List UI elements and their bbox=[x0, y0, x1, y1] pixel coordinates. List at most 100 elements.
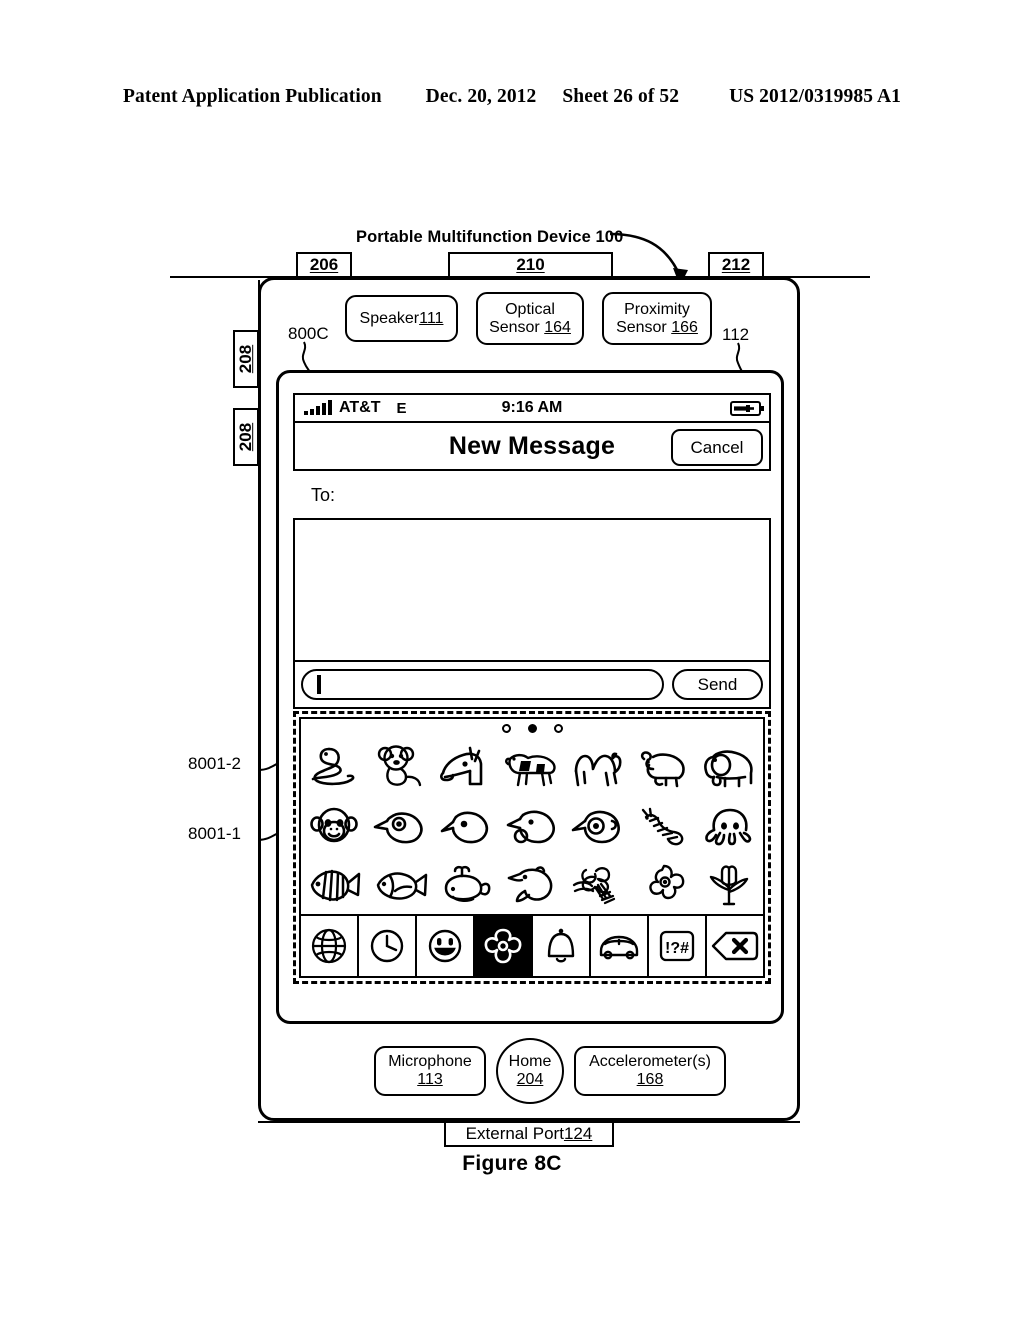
accelerometer-name: Accelerometer(s) bbox=[589, 1052, 711, 1070]
speaker-number: 111 bbox=[419, 309, 444, 327]
messages-app-ui: AT&T E 9:16 AM New Message Cancel To: Se… bbox=[293, 393, 771, 1005]
callout-label-208-upper: 208 bbox=[236, 344, 255, 374]
page-title: New Message bbox=[448, 431, 616, 460]
callout-label-208-lower: 208 bbox=[236, 422, 255, 452]
octopus-emoji[interactable] bbox=[697, 796, 763, 855]
home-button-label: Home bbox=[508, 1052, 552, 1070]
page-dot-3[interactable] bbox=[553, 723, 563, 733]
koala-emoji[interactable] bbox=[367, 737, 433, 796]
cherry-blossom-emoji[interactable] bbox=[631, 855, 697, 914]
to-field-label[interactable]: To: bbox=[311, 485, 771, 506]
proximity-sensor-line1: Proximity bbox=[624, 300, 690, 318]
device-title: Portable Multifunction Device 100 bbox=[356, 228, 624, 246]
external-port-label-box: External Port 124 bbox=[444, 1121, 614, 1147]
optical-sensor-line1: Optical bbox=[505, 300, 555, 318]
page-dot-1[interactable] bbox=[501, 723, 511, 733]
external-port-name: External Port bbox=[465, 1124, 564, 1143]
send-button[interactable]: Send bbox=[672, 669, 763, 700]
speaker-label-pill: Speaker111 bbox=[345, 295, 458, 342]
patent-date: Dec. 20, 2012 bbox=[425, 86, 537, 107]
reference-numeral-8001-1: 8001-1 bbox=[188, 824, 241, 843]
emoji-row-2 bbox=[301, 796, 763, 855]
tropical-fish-emoji[interactable] bbox=[301, 855, 367, 914]
status-bar: AT&T E 9:16 AM bbox=[293, 393, 771, 421]
status-bar-time: 9:16 AM bbox=[501, 399, 563, 416]
proximity-sensor-label-pill: Proximity Sensor 166 bbox=[602, 292, 712, 345]
whale-emoji[interactable] bbox=[433, 855, 499, 914]
page-indicator-dots[interactable] bbox=[301, 719, 763, 737]
message-text-input[interactable] bbox=[301, 669, 664, 700]
reference-numeral-8001-2: 8001-2 bbox=[188, 754, 241, 773]
emoji-panel bbox=[299, 717, 765, 914]
car-icon[interactable] bbox=[591, 916, 649, 976]
emoji-row-1 bbox=[301, 737, 763, 796]
clock-icon[interactable] bbox=[359, 916, 417, 976]
callout-box-206: 206 bbox=[296, 252, 352, 278]
home-button-number: 204 bbox=[516, 1071, 544, 1088]
reference-numeral-112: 112 bbox=[722, 325, 750, 344]
patent-header: Patent Application Publication Dec. 20, … bbox=[0, 86, 1024, 108]
callout-label-210: 210 bbox=[516, 255, 545, 274]
compose-row: Send bbox=[293, 662, 771, 709]
proximity-sensor-number: 166 bbox=[671, 318, 698, 336]
monkey-face-emoji[interactable] bbox=[301, 796, 367, 855]
patent-sheet: Sheet 26 of 52 bbox=[562, 86, 680, 107]
callout-label-212: 212 bbox=[721, 255, 751, 274]
smiley-icon[interactable] bbox=[417, 916, 475, 976]
bell-icon[interactable] bbox=[533, 916, 591, 976]
callout-box-212: 212 bbox=[708, 252, 764, 278]
proximity-sensor-line2-wrap: Sensor 166 bbox=[616, 319, 698, 337]
cow-emoji[interactable] bbox=[499, 737, 565, 796]
baby-chick-emoji[interactable] bbox=[433, 796, 499, 855]
tulip-emoji[interactable] bbox=[697, 855, 763, 914]
front-facing-chick-emoji[interactable] bbox=[565, 796, 631, 855]
cancel-button[interactable]: Cancel bbox=[671, 429, 763, 466]
delete-icon[interactable] bbox=[707, 916, 763, 976]
globe-icon[interactable] bbox=[301, 916, 359, 976]
snake-emoji[interactable] bbox=[301, 737, 367, 796]
microphone-number: 113 bbox=[417, 1071, 443, 1088]
elephant-emoji[interactable] bbox=[697, 737, 763, 796]
optical-sensor-number: 164 bbox=[544, 318, 571, 336]
text-cursor bbox=[317, 675, 321, 694]
accelerometer-label-pill: Accelerometer(s) 168 bbox=[574, 1046, 726, 1096]
speaker-name: Speaker bbox=[359, 309, 420, 327]
navigation-bar: New Message Cancel bbox=[293, 421, 771, 471]
optical-sensor-label-pill: Optical Sensor 164 bbox=[476, 292, 584, 345]
external-port-number: 124 bbox=[563, 1124, 593, 1143]
svg-text:!?#: !?# bbox=[665, 940, 689, 957]
ram-emoji[interactable] bbox=[631, 737, 697, 796]
camel-emoji[interactable] bbox=[565, 737, 631, 796]
accelerometer-number: 168 bbox=[636, 1071, 664, 1088]
message-body-area[interactable] bbox=[293, 518, 771, 662]
horse-emoji[interactable] bbox=[433, 737, 499, 796]
battery-charging-icon bbox=[730, 401, 764, 416]
callout-box-208-upper: 208 bbox=[233, 330, 259, 388]
callout-label-206: 206 bbox=[309, 255, 339, 274]
bouquet-emoji[interactable] bbox=[565, 855, 631, 914]
emoji-row-3 bbox=[301, 855, 763, 914]
patent-publication-label: Patent Application Publication bbox=[123, 86, 382, 107]
punctuation-icon[interactable]: !?# bbox=[649, 916, 707, 976]
hatching-chick-emoji[interactable] bbox=[499, 796, 565, 855]
fish-emoji[interactable] bbox=[367, 855, 433, 914]
bottom-hardware-row: Microphone 113 Home 204 Accelerometer(s)… bbox=[276, 1038, 784, 1104]
dolphin-emoji[interactable] bbox=[499, 855, 565, 914]
optical-sensor-line2-wrap: Sensor 164 bbox=[489, 319, 571, 337]
touch-screen[interactable]: AT&T E 9:16 AM New Message Cancel To: Se… bbox=[276, 370, 784, 1024]
reference-numeral-800c: 800C bbox=[288, 324, 329, 343]
callout-box-210: 210 bbox=[448, 252, 613, 278]
emoji-category-tab-bar: !?# bbox=[299, 914, 765, 978]
optical-sensor-line2: Sensor bbox=[489, 318, 540, 336]
bird-emoji[interactable] bbox=[367, 796, 433, 855]
patent-number: US 2012/0319985 A1 bbox=[729, 86, 901, 107]
callout-box-208-lower: 208 bbox=[233, 408, 259, 466]
microphone-label-pill: Microphone 113 bbox=[374, 1046, 486, 1096]
flower-icon[interactable] bbox=[475, 916, 533, 976]
emoji-keyboard: !?# bbox=[293, 711, 771, 984]
home-button[interactable]: Home 204 bbox=[496, 1038, 564, 1104]
bug-emoji[interactable] bbox=[631, 796, 697, 855]
page-dot-2-active[interactable] bbox=[527, 723, 537, 733]
proximity-sensor-line2: Sensor bbox=[616, 318, 667, 336]
speaker-label-text: Speaker111 bbox=[360, 310, 444, 328]
